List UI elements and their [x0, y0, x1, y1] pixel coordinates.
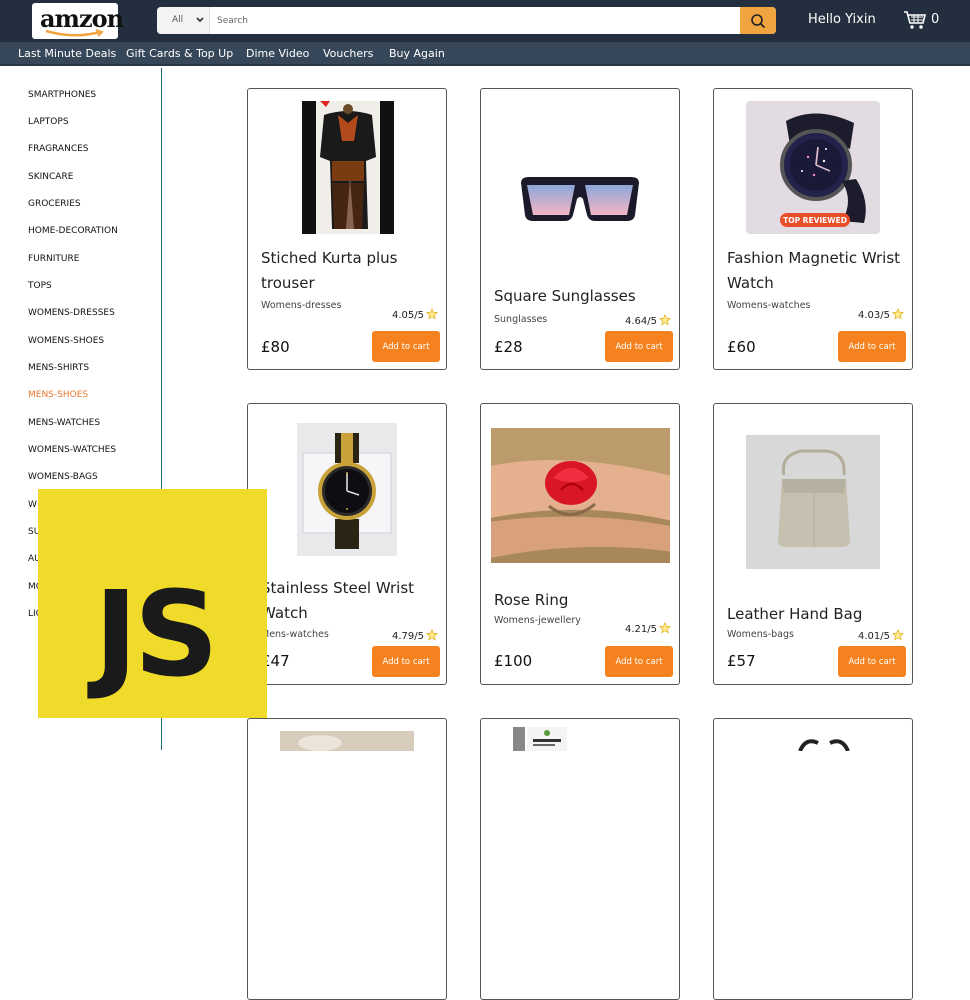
product-image [746, 435, 880, 569]
product-rating: 4.03/5 [858, 308, 904, 321]
category-item[interactable]: SMARTPHONES [28, 90, 96, 100]
category-item[interactable]: WOMENS-SHOES [28, 336, 104, 346]
search-input[interactable] [212, 7, 740, 34]
product-title[interactable]: Fashion Magnetic Wrist Watch [727, 246, 907, 296]
category-item[interactable]: FRAGRANCES [28, 144, 89, 154]
star-icon [659, 622, 671, 634]
category-item[interactable]: GROCERIES [28, 199, 81, 209]
category-item[interactable]: MENS-SHIRTS [28, 363, 89, 373]
product-card[interactable] [713, 718, 913, 1000]
nav-dime-video[interactable]: Dime Video [246, 47, 309, 60]
javascript-logo-text: JS [94, 565, 219, 703]
category-item[interactable]: TOPS [28, 281, 52, 291]
product-category: Womens-jewellery [494, 615, 581, 626]
search-button[interactable] [740, 7, 776, 34]
product-badge: TOP REVIEWED [783, 216, 847, 225]
cart-count: 0 [931, 12, 940, 27]
product-card[interactable]: Stainless Steel Wrist Watch Mens-watches… [247, 403, 447, 685]
product-card[interactable]: Stiched Kurta plus trouser Womens-dresse… [247, 88, 447, 370]
category-item[interactable]: LAPTOPS [28, 117, 69, 127]
rating-value: 4.03/5 [858, 310, 890, 321]
logo[interactable]: amzon [32, 3, 124, 39]
user-greeting[interactable]: Hello Yixin [808, 12, 876, 27]
nav-gift-cards[interactable]: Gift Cards & Top Up [126, 47, 233, 60]
category-item[interactable]: WOMENS-BAGS [28, 472, 98, 482]
category-item[interactable]: WOMENS-DRESSES [28, 308, 115, 318]
category-item[interactable]: HOME-DECORATION [28, 226, 118, 236]
product-title[interactable]: Stiched Kurta plus trouser [261, 246, 441, 296]
product-category: Mens-watches [261, 629, 329, 640]
product-category: Womens-watches [727, 300, 811, 311]
product-card[interactable]: Rose Ring Womens-jewellery 4.21/5 £100 A… [480, 403, 680, 685]
add-to-cart-button[interactable]: Add to cart [372, 331, 440, 362]
product-image [521, 177, 639, 221]
add-to-cart-button[interactable]: Add to cart [605, 331, 673, 362]
product-rating: 4.05/5 [392, 308, 438, 321]
search-category-value: All [172, 15, 184, 25]
product-price: £57 [727, 652, 756, 670]
product-image [491, 428, 670, 563]
nav-buy-again[interactable]: Buy Again [389, 47, 445, 60]
add-to-cart-button[interactable]: Add to cart [605, 646, 673, 677]
star-icon [659, 314, 671, 326]
star-icon [892, 308, 904, 320]
category-item-active[interactable]: MENS-SHOES [28, 390, 88, 400]
category-item[interactable]: WOMENS-WATCHES [28, 445, 116, 455]
product-price: £28 [494, 338, 523, 356]
search-icon [751, 14, 766, 29]
add-to-cart-button[interactable]: Add to cart [838, 331, 906, 362]
product-image [513, 727, 567, 751]
product-title[interactable]: Rose Ring [494, 588, 674, 613]
add-to-cart-button[interactable]: Add to cart [838, 646, 906, 677]
product-rating: 4.64/5 [625, 314, 671, 327]
product-title[interactable]: Leather Hand Bag [727, 602, 907, 627]
product-card[interactable] [247, 718, 447, 1000]
star-icon [426, 308, 438, 320]
product-rating: 4.01/5 [858, 629, 904, 642]
category-item[interactable]: W [28, 500, 37, 510]
search-category-select[interactable]: All [157, 7, 210, 34]
product-image [297, 423, 397, 556]
category-item[interactable]: MENS-WATCHES [28, 418, 100, 428]
product-image [280, 731, 414, 751]
cart-icon[interactable] [903, 10, 927, 30]
product-title[interactable]: Square Sunglasses [494, 284, 674, 309]
rating-value: 4.64/5 [625, 316, 657, 327]
product-price: £80 [261, 338, 290, 356]
category-item[interactable]: FURNITURE [28, 254, 79, 264]
star-icon [892, 629, 904, 641]
chevron-down-icon [196, 17, 204, 23]
product-price: £60 [727, 338, 756, 356]
star-icon [426, 629, 438, 641]
product-rating: 4.79/5 [392, 629, 438, 642]
sub-navbar: Last Minute Deals Gift Cards & Top Up Di… [0, 42, 970, 66]
product-price: £100 [494, 652, 533, 670]
rating-value: 4.01/5 [858, 631, 890, 642]
add-to-cart-button[interactable]: Add to cart [372, 646, 440, 677]
search-bar: All [157, 7, 776, 34]
product-card[interactable]: TOP REVIEWED Fashion Magnetic Wrist Watc… [713, 88, 913, 370]
nav-last-minute-deals[interactable]: Last Minute Deals [18, 47, 116, 60]
product-category: Womens-bags [727, 629, 794, 640]
product-image [302, 101, 394, 234]
product-card[interactable]: Leather Hand Bag Womens-bags 4.01/5 £57 … [713, 403, 913, 685]
product-title[interactable]: Stainless Steel Wrist Watch [261, 576, 441, 626]
category-item[interactable]: SKINCARE [28, 172, 73, 182]
rating-value: 4.05/5 [392, 310, 424, 321]
product-image: TOP REVIEWED [746, 101, 880, 234]
rating-value: 4.21/5 [625, 624, 657, 635]
product-category: Sunglasses [494, 314, 548, 325]
product-image [798, 739, 850, 751]
top-navbar: amzon All Hello Yixin 0 [0, 0, 970, 42]
logo-smile-icon [45, 29, 104, 37]
nav-vouchers[interactable]: Vouchers [323, 47, 373, 60]
product-card[interactable]: Square Sunglasses Sunglasses 4.64/5 £28 … [480, 88, 680, 370]
product-card[interactable] [480, 718, 680, 1000]
javascript-logo: JS [38, 489, 267, 718]
product-rating: 4.21/5 [625, 622, 671, 635]
rating-value: 4.79/5 [392, 631, 424, 642]
product-category: Womens-dresses [261, 300, 342, 311]
